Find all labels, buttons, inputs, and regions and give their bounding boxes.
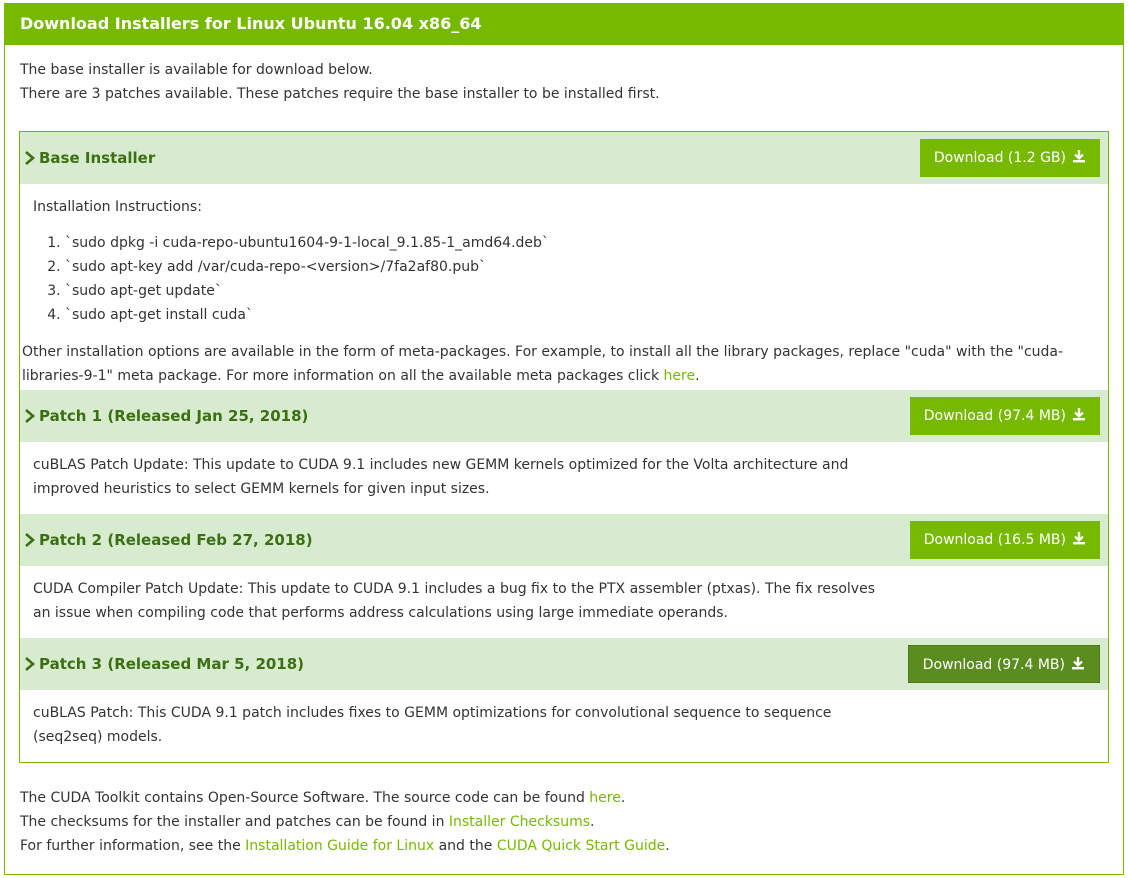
meta-line-2: libraries-9-1" meta package. For more in…	[22, 364, 1063, 388]
patch-2-body: CUDA Compiler Patch Update: This update …	[33, 577, 875, 625]
section-title-patch-1[interactable]: Patch 1 (Released Jan 25, 2018)	[23, 390, 308, 442]
footer-line-1: The CUDA Toolkit contains Open-Source So…	[20, 786, 670, 810]
meta-line-2-text: libraries-9-1" meta package. For more in…	[22, 368, 664, 384]
section-patch-3[interactable]: Patch 3 (Released Mar 5, 2018) Download …	[20, 638, 1108, 690]
section-patch-2[interactable]: Patch 2 (Released Feb 27, 2018) Download…	[20, 514, 1108, 566]
footer-line-1-end: .	[620, 790, 626, 806]
section-title-base[interactable]: Base Installer	[23, 132, 155, 184]
patch-2-desc-line-1: CUDA Compiler Patch Update: This update …	[33, 581, 875, 597]
footer-line-2-text: The checksums for the installer and patc…	[20, 814, 449, 830]
intro-text: The base installer is available for down…	[20, 58, 660, 106]
download-patch-3-button[interactable]: Download (97.4 MB)	[907, 645, 1100, 683]
patch-3-body: cuBLAS Patch: This CUDA 9.1 patch includ…	[33, 701, 831, 749]
footer-line-1-text: The CUDA Toolkit contains Open-Source So…	[20, 790, 590, 806]
section-title-patch-1-label: Patch 1 (Released Jan 25, 2018)	[39, 407, 309, 425]
footer-notes: The CUDA Toolkit contains Open-Source So…	[20, 786, 670, 858]
install-step: `sudo dpkg -i cuda-repo-ubuntu1604-9-1-l…	[65, 231, 549, 255]
section-title-patch-2-label: Patch 2 (Released Feb 27, 2018)	[39, 531, 313, 549]
section-title-patch-3-label: Patch 3 (Released Mar 5, 2018)	[39, 655, 305, 673]
download-patch-1-button[interactable]: Download (97.4 MB)	[909, 397, 1100, 435]
intro-line-1: The base installer is available for down…	[20, 62, 373, 78]
install-step: `sudo apt-get update`	[65, 279, 549, 303]
chevron-right-icon	[25, 532, 35, 547]
installation-guide-link[interactable]: Installation Guide for Linux	[245, 838, 434, 854]
download-patch-3-label: Download (97.4 MB)	[922, 657, 1065, 673]
chevron-right-icon	[25, 150, 35, 165]
download-icon	[1073, 408, 1085, 421]
footer-line-3-end: .	[665, 838, 670, 854]
meta-packages-text: Other installation options are available…	[22, 340, 1063, 388]
base-installer-body: Installation Instructions: `sudo dpkg -i…	[33, 195, 549, 327]
quick-start-guide-link[interactable]: CUDA Quick Start Guide	[497, 838, 665, 854]
section-patch-1[interactable]: Patch 1 (Released Jan 25, 2018) Download…	[20, 390, 1108, 442]
download-patch-2-label: Download (16.5 MB)	[923, 532, 1066, 548]
meta-line-2-end: .	[695, 368, 700, 384]
chevron-right-icon	[25, 656, 35, 671]
download-icon	[1072, 657, 1084, 670]
download-patch-1-label: Download (97.4 MB)	[923, 408, 1066, 424]
patch-2-desc-line-2: an issue when compiling code that perfor…	[33, 605, 728, 621]
footer-line-3-mid: and the	[434, 838, 497, 854]
source-code-here-link[interactable]: here	[589, 790, 621, 806]
patch-1-desc-line-1: cuBLAS Patch Update: This update to CUDA…	[33, 457, 849, 473]
installer-checksums-link[interactable]: Installer Checksums	[449, 814, 590, 830]
download-base-label: Download (1.2 GB)	[933, 150, 1066, 166]
footer-line-2-end: .	[590, 814, 595, 830]
footer-line-2: The checksums for the installer and patc…	[20, 810, 670, 834]
install-step: `sudo apt-get install cuda`	[65, 303, 549, 327]
instructions-label: Installation Instructions:	[33, 199, 202, 215]
download-patch-2-button[interactable]: Download (16.5 MB)	[909, 521, 1100, 559]
patch-3-desc-line-1: cuBLAS Patch: This CUDA 9.1 patch includ…	[33, 705, 832, 721]
section-base-installer[interactable]: Base Installer Download (1.2 GB)	[20, 132, 1108, 184]
installers-accordion: Base Installer Download (1.2 GB) Install…	[19, 131, 1109, 763]
patch-1-desc-line-2: improved heuristics to select GEMM kerne…	[33, 481, 490, 497]
install-step: `sudo apt-key add /var/cuda-repo-<versio…	[65, 255, 549, 279]
patch-1-body: cuBLAS Patch Update: This update to CUDA…	[33, 453, 848, 501]
footer-line-3-text: For further information, see the	[20, 838, 246, 854]
chevron-right-icon	[25, 408, 35, 423]
section-title-patch-3[interactable]: Patch 3 (Released Mar 5, 2018)	[23, 638, 304, 690]
meta-line-1: Other installation options are available…	[22, 344, 1064, 360]
panel-title: Download Installers for Linux Ubuntu 16.…	[4, 3, 1124, 45]
intro-line-2: There are 3 patches available. These pat…	[20, 86, 660, 102]
download-icon	[1073, 150, 1085, 163]
install-steps: `sudo dpkg -i cuda-repo-ubuntu1604-9-1-l…	[33, 231, 549, 327]
section-title-base-label: Base Installer	[39, 149, 156, 167]
section-title-patch-2[interactable]: Patch 2 (Released Feb 27, 2018)	[23, 514, 313, 566]
meta-packages-here-link[interactable]: here	[664, 368, 696, 384]
download-base-button[interactable]: Download (1.2 GB)	[919, 139, 1100, 177]
footer-line-3: For further information, see the Install…	[20, 834, 670, 858]
patch-3-desc-line-2: (seq2seq) models.	[33, 729, 163, 745]
download-icon	[1073, 532, 1085, 545]
